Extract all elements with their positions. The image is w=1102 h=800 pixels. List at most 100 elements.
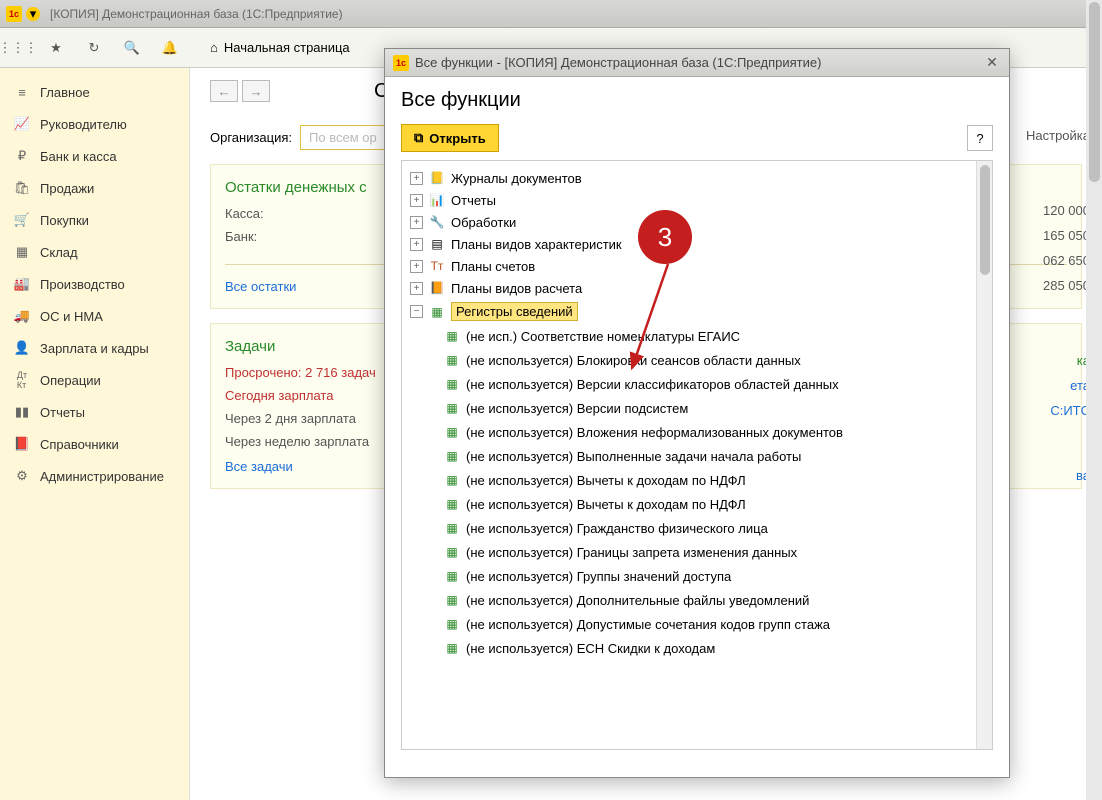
plan-icon: ▤ <box>429 236 445 252</box>
register-icon: ▦ <box>444 616 460 632</box>
sidebar-item-admin[interactable]: ⚙Администрирование <box>0 460 189 492</box>
search-icon[interactable]: 🔍 <box>122 38 142 58</box>
calc-icon: 📙 <box>429 280 445 296</box>
org-input[interactable]: По всем ор <box>300 125 390 150</box>
tree-root-reports[interactable]: +📊Отчеты <box>406 189 988 211</box>
expand-icon[interactable]: + <box>410 282 423 295</box>
sidebar-item-stock[interactable]: ▦Склад <box>0 236 189 268</box>
apps-icon[interactable]: ⋮⋮⋮ <box>8 38 28 58</box>
back-button[interactable]: ← <box>210 80 238 102</box>
register-icon: ▦ <box>444 496 460 512</box>
tree-root-processing[interactable]: +🔧Обработки <box>406 211 988 233</box>
tree-item[interactable]: ▦(не используется) Группы значений досту… <box>440 564 988 588</box>
history-icon[interactable]: ↻ <box>84 38 104 58</box>
home-tab[interactable]: ⌂ Начальная страница <box>198 34 362 61</box>
open-button[interactable]: ⧉ Открыть <box>401 124 499 152</box>
rlink-3[interactable]: С:ИТС <box>1050 403 1090 418</box>
report-icon: 📊 <box>429 192 445 208</box>
expand-icon[interactable]: + <box>410 172 423 185</box>
tree-item[interactable]: ▦(не исп.) Соответствие номенклатуры ЕГА… <box>440 324 988 348</box>
tree-item[interactable]: ▦(не используется) Границы запрета измен… <box>440 540 988 564</box>
tree-item[interactable]: ▦(не используется) Допустимые сочетания … <box>440 612 988 636</box>
processing-icon: 🔧 <box>429 214 445 230</box>
window-scrollbar[interactable] <box>1086 0 1102 800</box>
tree-children: ▦(не исп.) Соответствие номенклатуры ЕГА… <box>440 324 988 660</box>
close-icon[interactable]: ✕ <box>983 54 1001 72</box>
annotation-badge: 3 <box>638 210 692 264</box>
window-titlebar: 1c ▾ [КОПИЯ] Демонстрационная база (1С:П… <box>0 0 1102 28</box>
tree-item[interactable]: ▦(не используется) Блокировки сеансов об… <box>440 348 988 372</box>
person-icon: 👤 <box>14 340 30 356</box>
forward-button[interactable]: → <box>242 80 270 102</box>
expand-icon[interactable]: + <box>410 216 423 229</box>
truck-icon: 🚚 <box>14 308 30 324</box>
gear-icon: ⚙ <box>14 468 30 484</box>
tree-item[interactable]: ▦(не используется) ЕСН Скидки к доходам <box>440 636 988 660</box>
tree-item[interactable]: ▦(не используется) Гражданство физическо… <box>440 516 988 540</box>
register-icon: ▦ <box>444 472 460 488</box>
tree-item[interactable]: ▦(не используется) Версии подсистем <box>440 396 988 420</box>
scrollbar-thumb[interactable] <box>980 165 990 275</box>
sidebar-item-sales[interactable]: 🛍Продажи <box>0 172 189 204</box>
settings-link[interactable]: Настройка <box>1012 128 1090 143</box>
sidebar-item-assets[interactable]: 🚚ОС и НМА <box>0 300 189 332</box>
tree-item[interactable]: ▦(не используется) Дополнительные файлы … <box>440 588 988 612</box>
dropdown-icon[interactable]: ▾ <box>26 7 40 21</box>
sidebar-item-bank[interactable]: ₽Банк и касса <box>0 140 189 172</box>
amount-1: 120 000 <box>1012 203 1090 218</box>
factory-icon: 🏭 <box>14 276 30 292</box>
tree-root-calc-plans[interactable]: +📙Планы видов расчета <box>406 277 988 299</box>
tree-item[interactable]: ▦(не используется) Версии классификаторо… <box>440 372 988 396</box>
tree-item[interactable]: ▦(не используется) Вложения неформализов… <box>440 420 988 444</box>
register-icon: ▦ <box>444 376 460 392</box>
collapse-icon[interactable]: − <box>410 305 423 318</box>
sidebar-item-refs[interactable]: 📕Справочники <box>0 428 189 460</box>
register-icon: ▦ <box>444 640 460 656</box>
sidebar-item-salary[interactable]: 👤Зарплата и кадры <box>0 332 189 364</box>
dtkt-icon: ДтКт <box>14 372 30 388</box>
expand-icon[interactable]: + <box>410 238 423 251</box>
today-pay-link[interactable]: Сегодня зарплата <box>225 388 333 403</box>
tree-root-journals[interactable]: +📒Журналы документов <box>406 167 988 189</box>
sidebar-item-manager[interactable]: 📈Руководителю <box>0 108 189 140</box>
overdue-link[interactable]: Просрочено: 2 716 задач <box>225 365 376 380</box>
open-label: Открыть <box>429 131 485 146</box>
help-button[interactable]: ? <box>967 125 993 151</box>
tree-container: +📒Журналы документов +📊Отчеты +🔧Обработк… <box>401 160 993 750</box>
sidebar-item-production[interactable]: 🏭Производство <box>0 268 189 300</box>
modal-heading: Все функции <box>401 89 993 112</box>
app-icon: 1c <box>6 6 22 22</box>
expand-icon[interactable]: + <box>410 194 423 207</box>
tree-root-accounts[interactable]: +TтПланы счетов <box>406 255 988 277</box>
bars-icon: ▮▮ <box>14 404 30 420</box>
ruble-icon: ₽ <box>14 148 30 164</box>
folder-icon: 📒 <box>429 170 445 186</box>
sidebar-item-main[interactable]: ≡Главное <box>0 76 189 108</box>
cart-icon: 🛒 <box>14 212 30 228</box>
bag-icon: 🛍 <box>14 180 30 196</box>
amount-2: 165 050 <box>1012 228 1090 243</box>
register-icon: ▦ <box>444 592 460 608</box>
tree-item[interactable]: ▦(не используется) Вычеты к доходам по Н… <box>440 468 988 492</box>
modal-title-text: Все функции - [КОПИЯ] Демонстрационная б… <box>415 55 821 70</box>
modal-app-icon: 1c <box>393 55 409 71</box>
sidebar-item-purchase[interactable]: 🛒Покупки <box>0 204 189 236</box>
sidebar-item-operations[interactable]: ДтКтОперации <box>0 364 189 396</box>
register-icon: ▦ <box>444 544 460 560</box>
all-tasks-link[interactable]: Все задачи <box>225 459 293 474</box>
tt-icon: Tт <box>429 258 445 274</box>
register-icon: ▦ <box>444 520 460 536</box>
tree-item[interactable]: ▦(не используется) Выполненные задачи на… <box>440 444 988 468</box>
modal-scrollbar[interactable] <box>976 161 992 749</box>
home-icon: ⌂ <box>210 40 218 55</box>
tree-root-info-registers[interactable]: −▦Регистры сведений <box>406 299 988 324</box>
all-balances-link[interactable]: Все остатки <box>225 279 296 294</box>
scrollbar-thumb[interactable] <box>1089 2 1100 182</box>
tree-root-plans-char[interactable]: +▤Планы видов характеристик <box>406 233 988 255</box>
sidebar-item-reports[interactable]: ▮▮Отчеты <box>0 396 189 428</box>
tree-item[interactable]: ▦(не используется) Вычеты к доходам по Н… <box>440 492 988 516</box>
bell-icon[interactable]: 🔔 <box>160 38 180 58</box>
star-icon[interactable]: ★ <box>46 38 66 58</box>
boxes-icon: ▦ <box>14 244 30 260</box>
expand-icon[interactable]: + <box>410 260 423 273</box>
